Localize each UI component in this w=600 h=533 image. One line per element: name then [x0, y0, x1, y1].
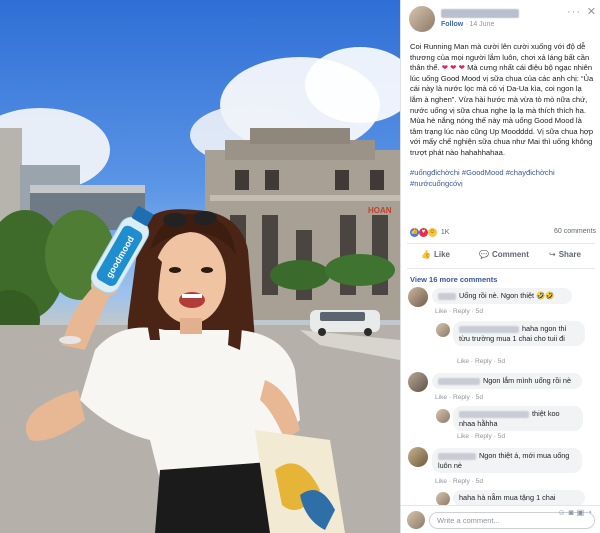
reply-avatar[interactable] [436, 409, 450, 423]
replier-name-blurred[interactable] [459, 325, 519, 333]
post-date[interactable]: 14 June [469, 21, 494, 28]
photo-illustration: HOAN goodmood [0, 47, 400, 533]
comment-text: Uống rồi nè. Ngon thiệt 🤣🤣 [459, 291, 555, 300]
comment-button[interactable]: 💬 Comment [479, 250, 529, 259]
reply-bubble: haha ngon thì từu trường mua 1 chai cho … [453, 321, 585, 347]
comment-bubble: Ngon lắm mình uống rồi nè [432, 373, 582, 389]
author-name-blurred[interactable] [441, 9, 519, 18]
comment-text: Ngon lắm mình uống rồi nè [483, 376, 572, 385]
comment-composer: Write a comment... ☺◙▣◔ [401, 505, 600, 533]
replier-name-blurred[interactable] [459, 410, 529, 418]
gif-icon[interactable]: ▣ [577, 508, 588, 517]
comment-icon: 💬 [479, 250, 489, 259]
reaction-count[interactable]: 1K [441, 229, 450, 236]
reply-text: haha hà nẵm mua tặng 1 chai [459, 493, 556, 502]
comment-meta[interactable]: Like · Reply · 5d [435, 394, 483, 401]
caption-paragraph-1: Coi Running Man mà cười lên cười xuống v… [410, 42, 596, 116]
share-label: Share [558, 250, 581, 259]
commenter-avatar[interactable] [408, 287, 428, 307]
reply-bubble: thiệt koo nhaa hằhha [453, 406, 583, 432]
commenter-name-blurred[interactable] [438, 292, 456, 300]
sticker-icon[interactable]: ◔ [587, 508, 595, 517]
like-button[interactable]: 👍 Like [421, 250, 450, 259]
commenter-name-blurred[interactable] [438, 452, 476, 460]
commenter-avatar[interactable] [408, 447, 428, 467]
building-sign: HOAN [368, 206, 392, 215]
like-reaction-icon[interactable]: 👍 [410, 228, 419, 237]
post-photo[interactable]: HOAN goodmood [0, 0, 400, 533]
reply-meta[interactable]: Like · Reply · 5d [457, 358, 505, 365]
share-icon: ↪ [549, 250, 556, 259]
follow-link[interactable]: Follow [441, 21, 463, 28]
author-avatar[interactable] [409, 6, 435, 32]
share-button[interactable]: ↪ Share [549, 250, 581, 259]
post-caption: Coi Running Man mà cười lên cười xuống v… [410, 42, 596, 159]
caption-paragraph-2: Mùa hè nắng nóng thế này mà uống Good Mo… [410, 116, 594, 157]
post-actions: 👍 Like 💬 Comment ↪ Share [407, 243, 595, 269]
commenter-avatar[interactable] [408, 372, 428, 392]
comment-meta[interactable]: Like · Reply · 5d [435, 308, 483, 315]
reply-avatar[interactable] [436, 323, 450, 337]
composer-tools: ☺◙▣◔ [558, 508, 595, 517]
reply-bubble: haha hà nẵm mua tặng 1 chai [453, 490, 585, 506]
haha-reaction-icon[interactable]: ☺ [427, 228, 437, 237]
comment-bubble: Ngon thiệt á, mới mua uống luôn nè [432, 448, 582, 474]
heart-emojis: ❤ ❤ ❤ [441, 63, 465, 73]
comment-count[interactable]: 60 comments [554, 228, 596, 235]
like-label: Like [433, 250, 450, 259]
ellipsis-icon[interactable]: ··· [567, 6, 581, 18]
post-header: Follow · 14 June ··· ✕ [401, 0, 600, 36]
post-panel: Follow · 14 June ··· ✕ Coi Running Man m… [400, 0, 600, 533]
love-reaction-icon[interactable]: ♥ [418, 228, 428, 237]
reactions-bar: 👍 ♥ ☺ 1K 60 comments [410, 228, 596, 240]
emoji-icon[interactable]: ☺ [558, 508, 569, 517]
thumbs-up-icon: 👍 [421, 250, 431, 259]
commenter-name-blurred[interactable] [438, 377, 480, 385]
close-icon[interactable]: ✕ [587, 5, 596, 18]
view-more-comments-link[interactable]: View 16 more comments [410, 275, 497, 284]
camera-icon[interactable]: ◙ [569, 508, 577, 517]
post-hashtags[interactable]: #uốngđichờchi #GoodMood #chayđichờchi #n… [410, 168, 596, 189]
comment-label: Comment [491, 250, 529, 259]
current-user-avatar [407, 511, 425, 529]
post-subline: Follow · 14 June [441, 21, 494, 28]
reply-avatar[interactable] [436, 492, 450, 506]
reply-meta[interactable]: Like · Reply · 5d [457, 433, 505, 440]
comment-bubble: Uống rồi nè. Ngon thiệt 🤣🤣 [432, 288, 572, 304]
comment-meta[interactable]: Like · Reply · 5d [435, 478, 483, 485]
subline-separator: · [465, 21, 468, 28]
